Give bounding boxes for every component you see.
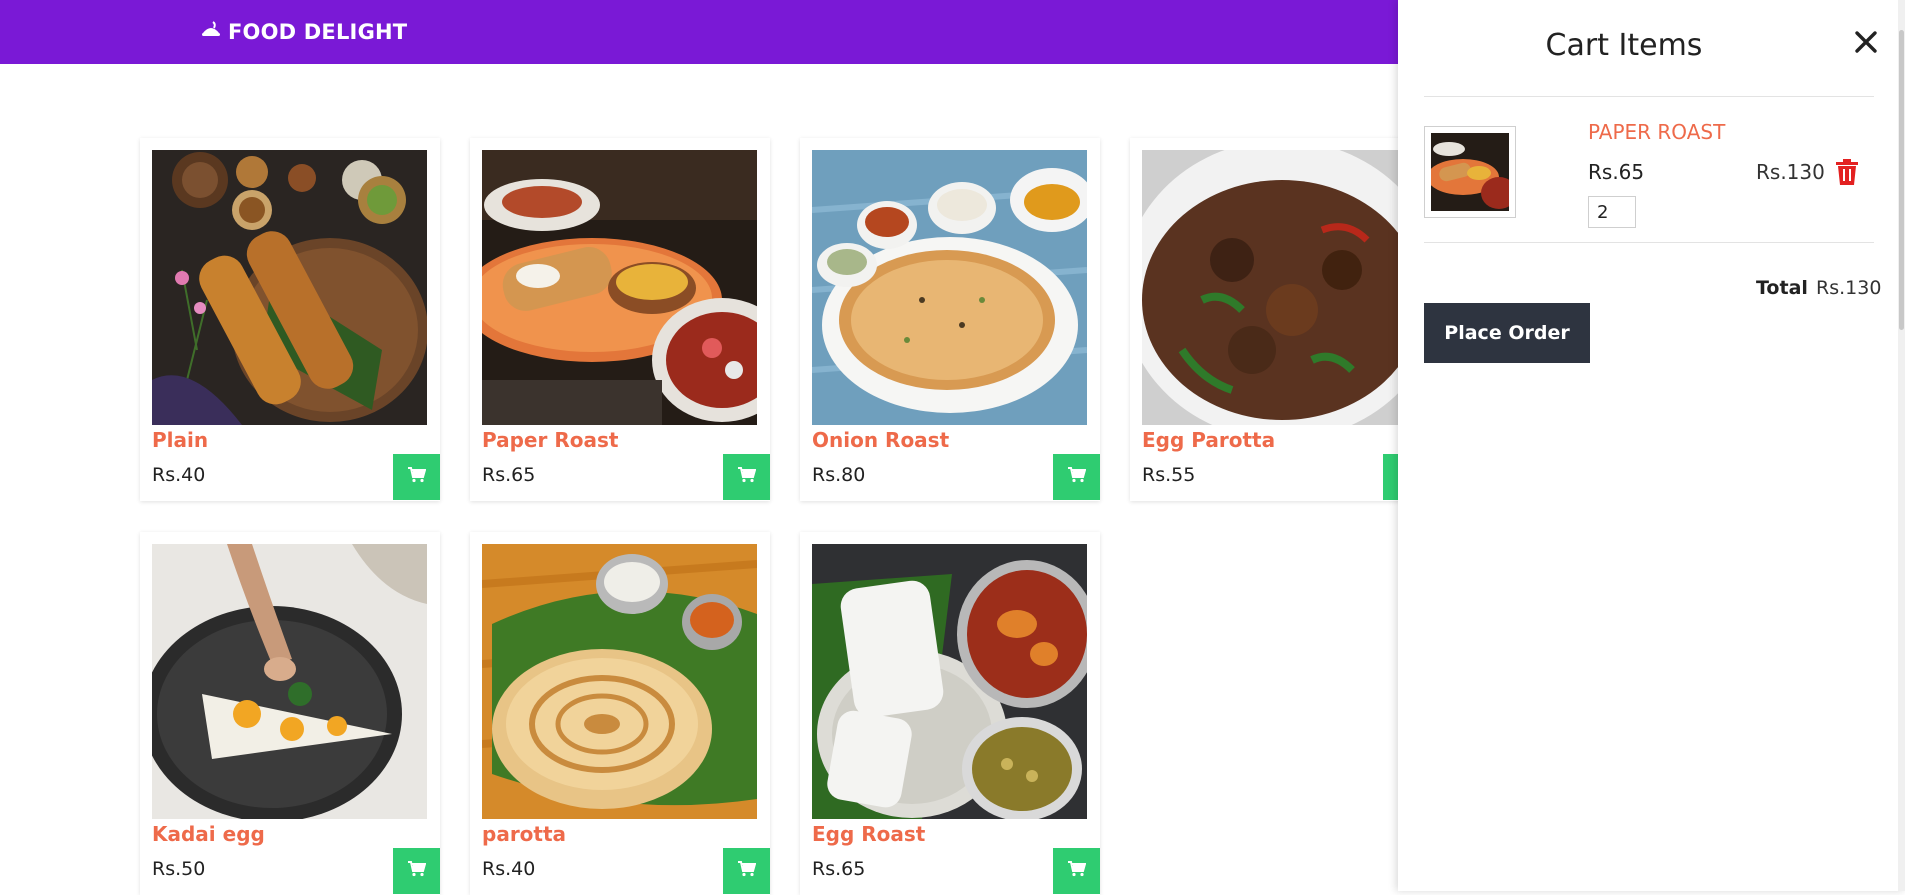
add-to-cart-button[interactable] [1053, 454, 1100, 500]
product-name: parotta [482, 822, 567, 846]
product-price: Rs.50 [152, 858, 206, 880]
add-to-cart-button[interactable] [393, 848, 440, 894]
add-to-cart-button[interactable] [723, 848, 770, 894]
place-order-button[interactable]: Place Order [1424, 303, 1590, 363]
divider [1424, 242, 1874, 243]
product-card: Paper Roast Rs.65 [470, 138, 770, 501]
product-name: Egg Roast [812, 822, 926, 846]
product-image [812, 150, 1087, 425]
cart-panel: Cart Items PAPER ROAST Rs.65 Rs.130 2 To… [1398, 0, 1905, 891]
product-name: Plain [152, 428, 209, 452]
product-image [152, 150, 427, 425]
food-plate-icon [200, 19, 222, 45]
cart-icon [737, 467, 756, 487]
product-price: Rs.65 [812, 858, 866, 880]
product-card: Onion Roast Rs.80 [800, 138, 1100, 501]
cart-item-image [1424, 126, 1516, 218]
add-to-cart-button[interactable] [723, 454, 770, 500]
product-image [482, 544, 757, 819]
product-price: Rs.80 [812, 464, 866, 486]
total-value: Rs.130 [1816, 277, 1882, 299]
cart-icon [407, 861, 426, 881]
product-price: Rs.55 [1142, 464, 1196, 486]
product-image [152, 544, 427, 819]
trash-icon[interactable] [1834, 158, 1860, 186]
product-name: Onion Roast [812, 428, 950, 452]
product-card: parotta Rs.40 [470, 532, 770, 895]
product-card: Kadai egg Rs.50 [140, 532, 440, 895]
quantity-input[interactable] [1588, 196, 1636, 228]
cart-icon [1067, 467, 1086, 487]
add-to-cart-button[interactable] [1053, 848, 1100, 894]
product-name: Paper Roast [482, 428, 619, 452]
cart-icon [737, 861, 756, 881]
product-image [1142, 150, 1417, 425]
product-card: Egg Roast Rs.65 [800, 532, 1100, 895]
cart-icon [1067, 861, 1086, 881]
total-label: Total [1756, 277, 1808, 299]
add-to-cart-button[interactable] [393, 454, 440, 500]
product-card: Egg Parotta Rs.55 [1130, 138, 1430, 501]
product-image [482, 150, 757, 425]
brand[interactable]: FOOD DELIGHT [200, 18, 407, 46]
product-name: Egg Parotta [1142, 428, 1276, 452]
brand-name: FOOD DELIGHT [228, 20, 408, 44]
scrollbar-thumb[interactable] [1899, 30, 1904, 330]
product-name: Kadai egg [152, 822, 265, 846]
product-price: Rs.40 [152, 464, 206, 486]
close-icon[interactable] [1850, 26, 1882, 58]
cart-item-price: Rs.65 [1588, 160, 1645, 184]
cart-item-subtotal: Rs.130 [1756, 160, 1825, 184]
divider [1424, 96, 1874, 97]
product-price: Rs.65 [482, 464, 536, 486]
product-image [812, 544, 1087, 819]
product-card: Plain Rs.40 [140, 138, 440, 501]
cart-item-name: PAPER ROAST [1588, 120, 1726, 144]
cart-icon [407, 467, 426, 487]
cart-title: Cart Items [1545, 28, 1703, 63]
product-price: Rs.40 [482, 858, 536, 880]
